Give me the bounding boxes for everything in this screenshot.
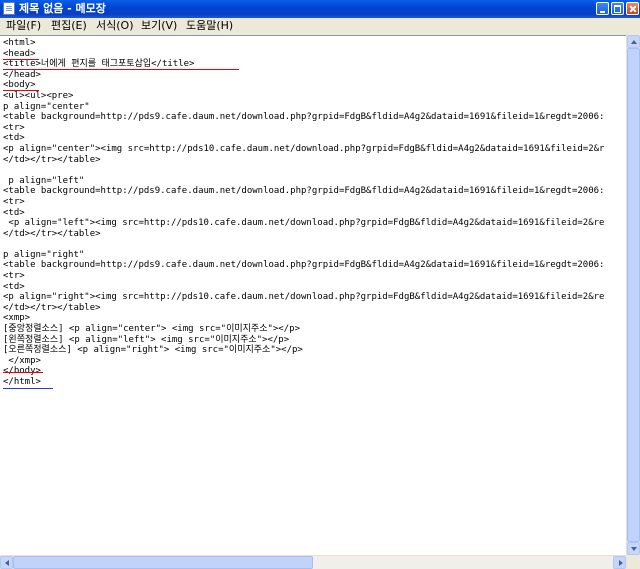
annotation-underline-body-close: [3, 372, 43, 373]
editor-line: </html>: [3, 377, 41, 387]
editor-line: <body>: [3, 80, 36, 91]
annotation-underline-body: [3, 90, 39, 91]
menu-edit[interactable]: 편집(E): [51, 19, 87, 33]
arrow-up-icon: [631, 40, 637, 44]
menu-help[interactable]: 도움말(H): [186, 19, 233, 33]
editor-line: <table background=http://pds9.cafe.daum.…: [3, 260, 605, 271]
scroll-left-button[interactable]: [0, 556, 13, 569]
editor-line: [중앙정렬소스] <p align="center"> <img src="이미…: [3, 324, 300, 335]
menu-format[interactable]: 서식(O): [96, 19, 133, 33]
editor-line: <table background=http://pds9.cafe.daum.…: [3, 112, 605, 123]
arrow-right-icon: [619, 560, 623, 566]
size-grip[interactable]: [626, 555, 640, 569]
editor-line: <p align="right"><img src=http://pds10.c…: [3, 292, 605, 303]
scroll-up-button[interactable]: [627, 35, 640, 48]
menu-view[interactable]: 보기(V): [141, 19, 177, 33]
editor-line: <tr>: [3, 196, 25, 207]
annotation-underline-html-close: [3, 388, 53, 389]
editor-line: <td>: [3, 207, 25, 218]
editor-line: <ul><ul><pre>: [3, 90, 74, 101]
arrow-down-icon: [631, 547, 637, 551]
editor-line: <p align="center"><img src=http://pds10.…: [3, 143, 605, 154]
menu-file[interactable]: 파일(F): [6, 19, 41, 33]
editor-line: </td></tr></table>: [3, 154, 101, 165]
text-editor-area[interactable]: <html> <head> <title>너에게 편지를 태그포토삽입</title…: [0, 35, 626, 556]
editor-text: <html> <head> <title>너에게 편지를 태그포토삽입</title…: [3, 38, 604, 388]
editor-line: p align="left": [3, 175, 85, 186]
editor-line: </td></tr></table>: [3, 302, 101, 313]
annotation-underline-title: [3, 69, 239, 70]
editor-line: </td></tr></table>: [3, 228, 101, 239]
maximize-button[interactable]: [611, 2, 624, 15]
title-bar[interactable]: 제목 없음 - 메모장: [0, 0, 640, 18]
editor-line: p align="right": [3, 249, 85, 260]
notepad-window: 제목 없음 - 메모장 파일(F) 편집(E) 서식(O) 보기(V) 도움말(…: [0, 0, 640, 569]
editor-line: <html>: [3, 38, 36, 48]
scroll-right-button[interactable]: [613, 556, 626, 569]
editor-line: <head>: [3, 48, 36, 59]
horizontal-scroll-thumb[interactable]: [13, 556, 313, 569]
notepad-icon: [3, 2, 15, 15]
editor-line: <xmp>: [3, 313, 31, 324]
horizontal-scrollbar[interactable]: [0, 555, 626, 569]
editor-line: <tr>: [3, 122, 25, 133]
vertical-scroll-thumb[interactable]: [627, 48, 640, 542]
vertical-scrollbar[interactable]: [626, 35, 640, 556]
close-button[interactable]: [626, 2, 639, 15]
editor-line: <tr>: [3, 271, 25, 282]
editor-line: p align="center": [3, 101, 90, 112]
editor-line: <td>: [3, 281, 25, 292]
editor-line: [오른쪽정렬소스] <p align="right"> <img src="이미…: [3, 345, 303, 356]
editor-line: <td>: [3, 133, 25, 144]
editor-line: </head>: [3, 69, 41, 80]
editor-line: [왼쪽정렬소스] <p align="left"> <img src="이미지주…: [3, 334, 290, 345]
editor-line: <table background=http://pds9.cafe.daum.…: [3, 186, 605, 197]
editor-line: <p align="left"><img src=http://pds10.ca…: [3, 218, 605, 229]
window-title: 제목 없음 - 메모장: [19, 2, 106, 15]
menu-bar: 파일(F) 편집(E) 서식(O) 보기(V) 도움말(H): [0, 18, 640, 36]
scroll-down-button[interactable]: [627, 542, 640, 555]
annotation-underline-head: [3, 59, 39, 60]
minimize-button[interactable]: [596, 2, 609, 15]
editor-line: </body>: [3, 366, 604, 377]
arrow-left-icon: [5, 560, 9, 566]
editor-line: </xmp>: [3, 355, 41, 366]
